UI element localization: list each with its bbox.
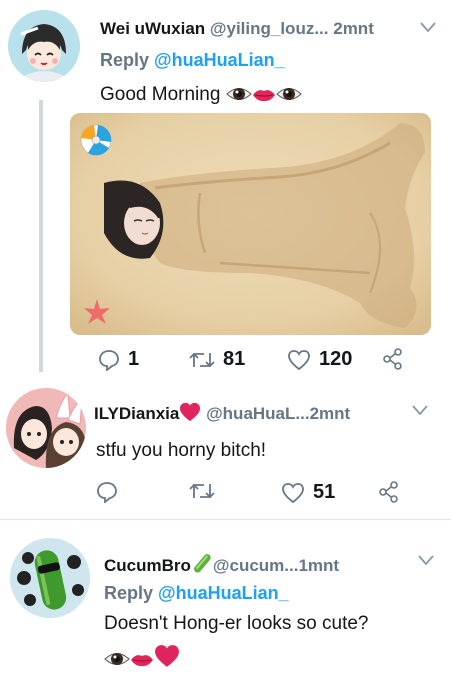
heart-icon <box>180 402 201 422</box>
avatar[interactable] <box>10 538 90 618</box>
chevron-down-icon[interactable] <box>420 22 436 32</box>
tweet-text: Doesn't Hong-er looks so cute? <box>104 613 369 635</box>
reply-button[interactable] <box>96 481 126 503</box>
lips-icon <box>252 90 275 102</box>
tweet-text: Good Morning <box>100 84 302 106</box>
tweet-actions: 1 81 120 <box>98 348 418 372</box>
display-name[interactable]: CucumBro <box>104 556 191 575</box>
reply-button[interactable]: 1 <box>98 348 139 371</box>
share-icon <box>379 481 398 503</box>
retweet-button[interactable]: 81 <box>189 348 245 371</box>
heart-outline-icon <box>282 482 304 503</box>
user-handle[interactable]: @cucum... <box>213 556 299 575</box>
heart-outline-icon <box>288 349 310 370</box>
like-count: 120 <box>319 348 353 370</box>
tweet-text: stfu you horny bitch! <box>96 440 266 462</box>
retweet-icon <box>189 483 215 499</box>
thread-line <box>39 100 43 372</box>
retweet-button[interactable] <box>189 481 223 501</box>
user-handle[interactable]: @yiling_louz... <box>210 19 329 38</box>
timestamp: 2mnt <box>333 19 374 38</box>
chevron-down-icon[interactable] <box>418 555 434 565</box>
share-button[interactable] <box>382 348 404 370</box>
display-name[interactable]: ILYDianxia <box>94 404 179 423</box>
tweet-1: Wei uWuxian @yiling_louz... 2mnt Reply @… <box>0 0 451 400</box>
like-button[interactable]: 51 <box>281 481 335 504</box>
reply-context: Reply @huaHuaLian_ <box>100 50 285 71</box>
timestamp: 2mnt <box>309 404 351 423</box>
chevron-down-icon[interactable] <box>412 405 428 415</box>
tweet-actions: 51 <box>96 481 416 505</box>
retweet-count: 81 <box>223 348 246 370</box>
reply-label: Reply <box>104 583 154 603</box>
heart-icon <box>155 645 179 667</box>
tweet-header: ILYDianxia @huaHuaL...2mnt <box>94 402 350 424</box>
retweet-icon <box>189 352 215 367</box>
reply-icon <box>97 482 117 503</box>
mention-link[interactable]: @huaHuaLian_ <box>158 583 289 603</box>
share-icon <box>383 348 402 370</box>
timestamp: 1mnt <box>298 556 340 575</box>
reply-label: Reply <box>100 50 150 70</box>
tweet-text-content: Doesn't Hong-er looks so cute? <box>104 613 369 634</box>
like-button[interactable]: 120 <box>287 348 352 371</box>
eye-icon <box>275 88 302 100</box>
tweet-emoji-row <box>104 644 180 670</box>
tweet-image[interactable] <box>70 113 431 335</box>
tweet-2: ILYDianxia @huaHuaL...2mnt stfu you horn… <box>0 380 451 520</box>
user-handle[interactable]: @huaHuaL... <box>206 404 309 423</box>
reply-context: Reply @huaHuaLian_ <box>104 583 289 604</box>
lips-icon <box>131 655 153 667</box>
mention-link[interactable]: @huaHuaLian_ <box>154 50 285 70</box>
like-count: 51 <box>313 481 336 503</box>
tweet-3: CucumBro @cucum...1mnt Reply @huaHuaLian_… <box>0 520 451 680</box>
eye-icon <box>104 653 130 665</box>
cucumber-icon <box>193 554 211 573</box>
reply-count: 1 <box>128 348 140 370</box>
tweet-text-content: stfu you horny bitch! <box>96 440 267 461</box>
tweet-header: CucumBro @cucum...1mnt <box>104 552 339 576</box>
reply-icon <box>99 349 119 371</box>
avatar[interactable] <box>8 10 80 82</box>
share-button[interactable] <box>378 481 400 503</box>
tweet-header: Wei uWuxian @yiling_louz... 2mnt <box>100 19 374 39</box>
tweet-text-content: Good Morning <box>100 84 221 105</box>
eye-icon <box>225 88 252 100</box>
avatar[interactable] <box>6 388 86 468</box>
display-name[interactable]: Wei uWuxian <box>100 19 205 38</box>
